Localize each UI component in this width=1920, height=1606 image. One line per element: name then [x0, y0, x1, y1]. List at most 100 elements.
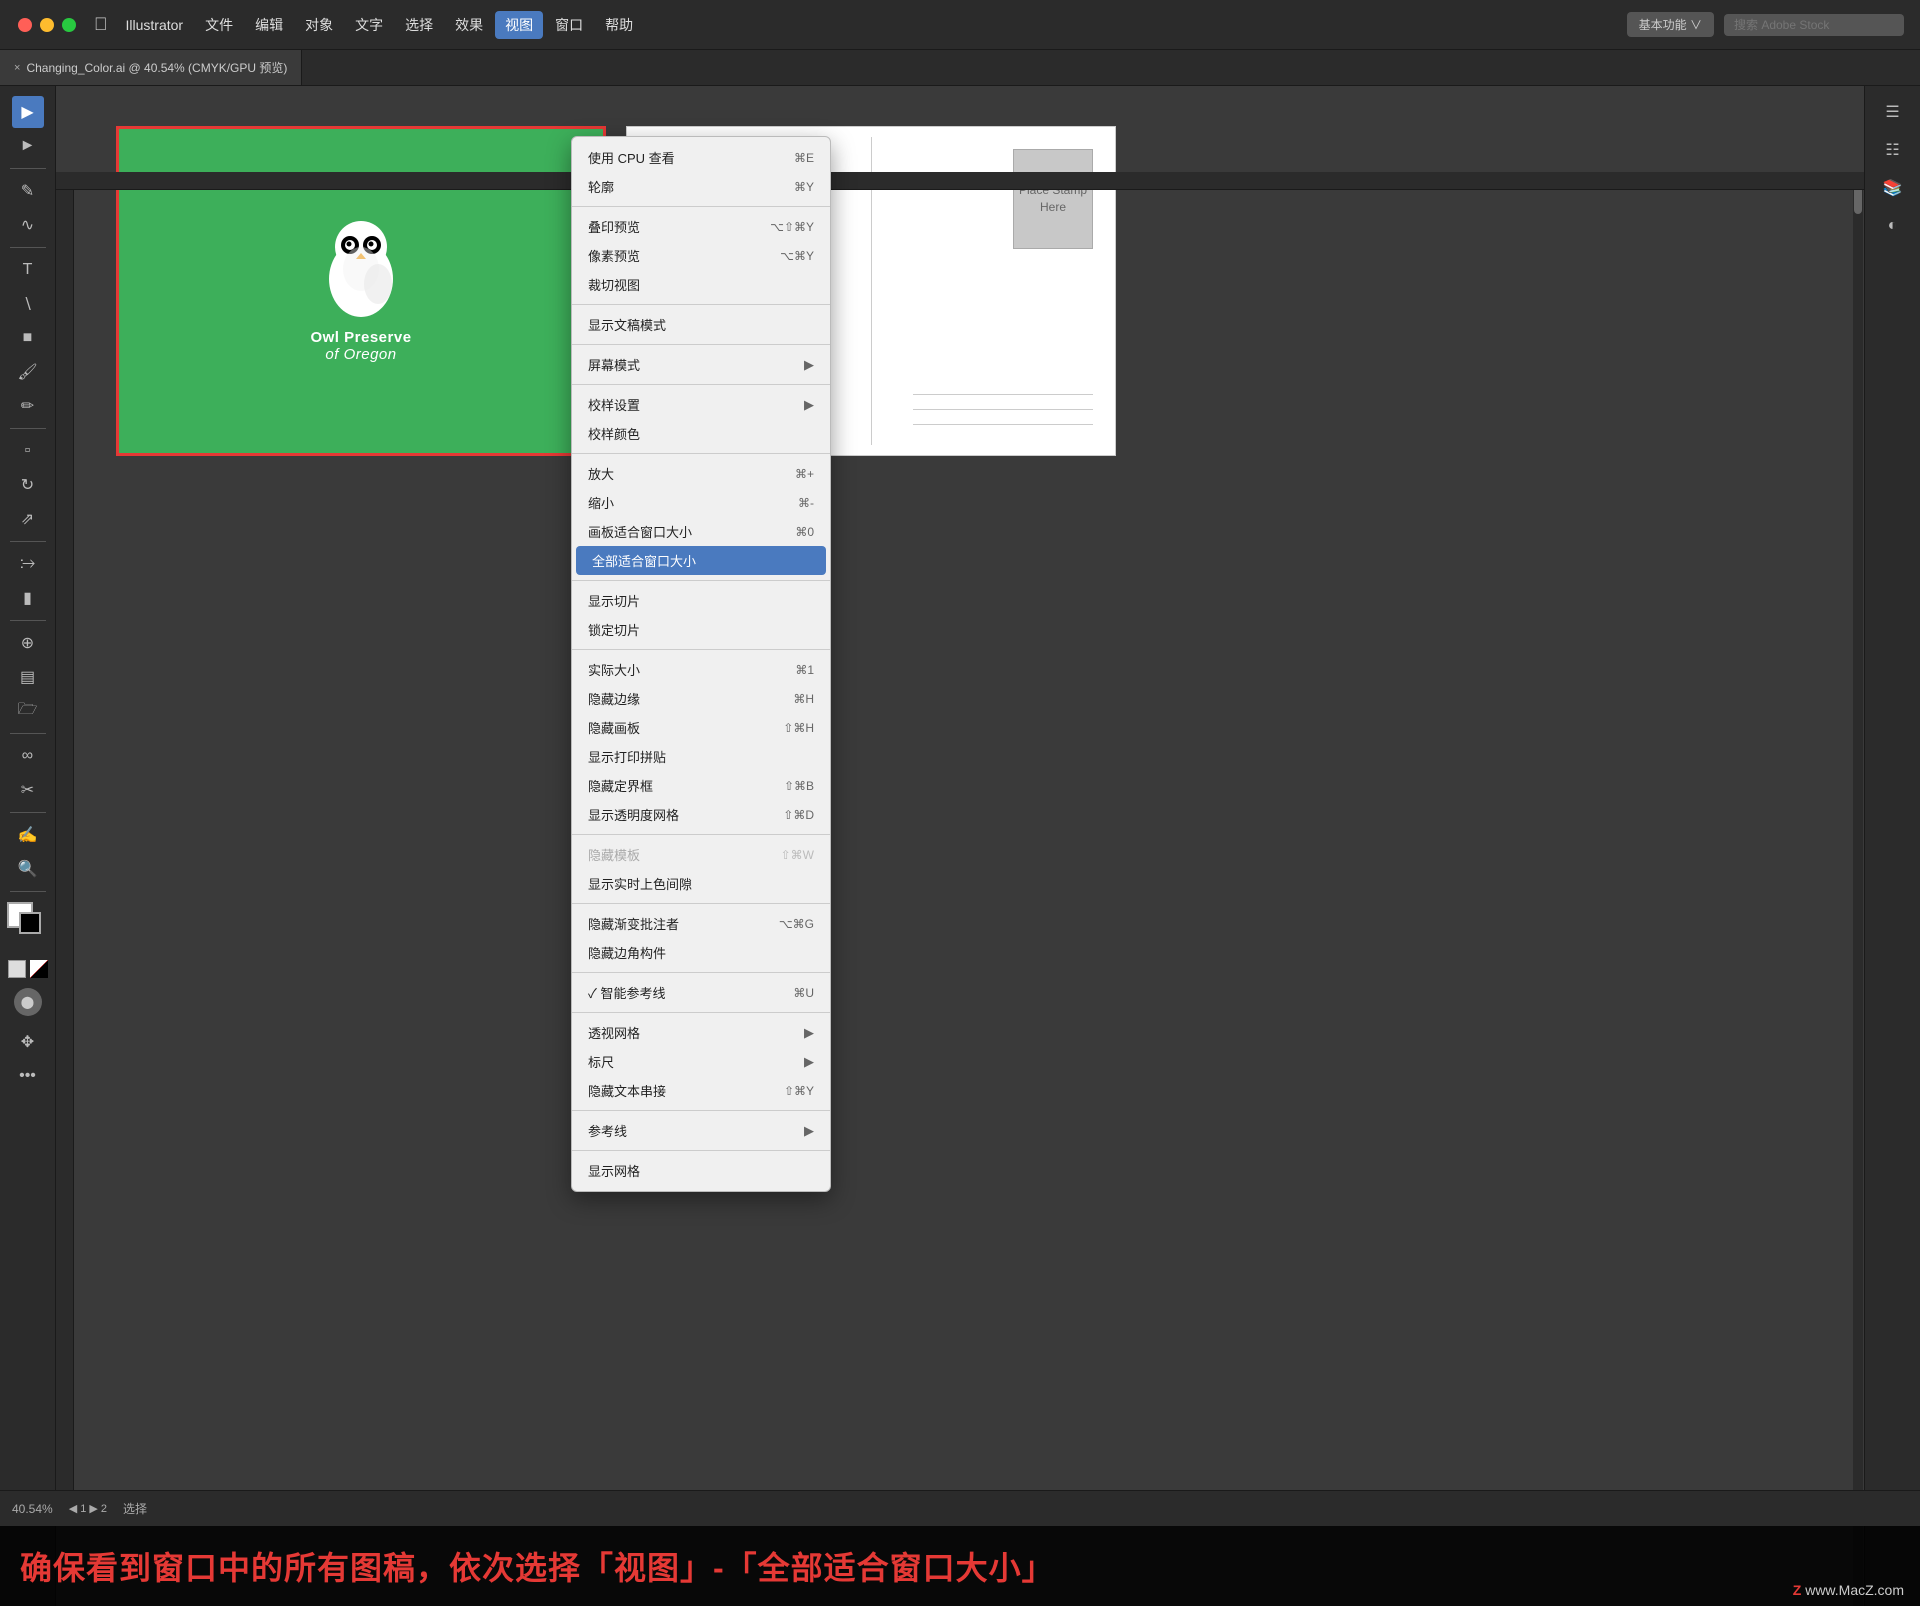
right-controls: 基本功能 ∨ [1627, 12, 1904, 37]
menu-select[interactable]: 选择 [395, 11, 443, 39]
type-tool[interactable]: T [12, 254, 44, 286]
fill-mode[interactable]: ⬤ [14, 988, 42, 1016]
mesh-tool[interactable]: ⊕ [12, 627, 44, 659]
titlebar:  Illustrator 文件 编辑 对象 文字 选择 效果 视图 窗口 帮助… [0, 0, 1920, 50]
menu-item-actual-size[interactable]: 实际大小 ⌘1 [572, 655, 830, 684]
right-panel: ☰ ☷ 📚 ◐ [1864, 86, 1920, 1606]
none-color[interactable] [8, 960, 26, 978]
menu-section-4: 屏幕模式 ▶ [572, 348, 830, 381]
menu-item-show-grid[interactable]: 显示网格 [572, 1156, 830, 1185]
pen-tool[interactable]: ✎ [12, 175, 44, 207]
rectangle-tool[interactable]: ■ [12, 322, 44, 354]
menu-item-zoom-in[interactable]: 放大 ⌘+ [572, 459, 830, 488]
menu-item-zoom-out[interactable]: 缩小 ⌘- [572, 488, 830, 517]
menu-item-show-transparency-grid[interactable]: 显示透明度网格 ⇧⌘D [572, 800, 830, 829]
menu-item-fit-all[interactable]: 全部适合窗口大小 [576, 546, 826, 575]
curvature-tool[interactable]: ∿ [12, 209, 44, 241]
menu-item-hide-gradient-annotator[interactable]: 隐藏渐变批注者 ⌥⌘G [572, 909, 830, 938]
blend-tool[interactable]: ∞ [12, 740, 44, 772]
menu-item-guides[interactable]: 参考线 ▶ [572, 1116, 830, 1145]
watermark-text: www.MacZ.com [1805, 1582, 1904, 1598]
eyedropper-tool[interactable]: 🗁 [12, 695, 44, 727]
menu-item-smart-guides[interactable]: ✓ 智能参考线 ⌘U [572, 978, 830, 1007]
eraser-tool[interactable]: ▫ [12, 435, 44, 467]
owl-preserve-text: Owl Preserve of Oregon [310, 329, 411, 363]
menu-file[interactable]: 文件 [195, 11, 243, 39]
menu-item-proof-colors[interactable]: 校样颜色 [572, 419, 830, 448]
workspace-button[interactable]: 基本功能 ∨ [1627, 12, 1714, 37]
stamp-area: Place Stamp Here [1013, 149, 1093, 249]
artboard-tool[interactable]: ✥ [12, 1026, 44, 1058]
horizontal-ruler [56, 172, 1864, 190]
menu-view[interactable]: 视图 [495, 11, 543, 39]
menu-item-pixel-preview[interactable]: 像素预览 ⌥⌘Y [572, 241, 830, 270]
tab-close-icon[interactable]: × [14, 62, 20, 74]
menu-text[interactable]: 文字 [345, 11, 393, 39]
properties-icon[interactable]: ☷ [1877, 134, 1909, 166]
pencil-tool[interactable]: ✏ [12, 390, 44, 422]
fullscreen-button[interactable] [62, 18, 76, 32]
menu-item-presentation-mode[interactable]: 显示文稿模式 [572, 310, 830, 339]
menu-object[interactable]: 对象 [295, 11, 343, 39]
color-wheel-icon[interactable]: ◐ [1877, 210, 1909, 242]
select-tool[interactable]: ▶ [12, 96, 44, 128]
address-lines [913, 394, 1093, 425]
menu-item-hide-bounding-box[interactable]: 隐藏定界框 ⇧⌘B [572, 771, 830, 800]
paint-brush-tool[interactable]: 🖌 [12, 356, 44, 388]
status-bar: 40.54% ◀ 1 ▶ 2 选择 [0, 1490, 1920, 1526]
menu-item-hide-artboards[interactable]: 隐藏画板 ⇧⌘H [572, 713, 830, 742]
menu-item-screen-mode[interactable]: 屏幕模式 ▶ [572, 350, 830, 379]
nav-arrows[interactable]: ◀ 1 ▶ 2 [69, 1502, 107, 1515]
menu-item-hide-template[interactable]: 隐藏模板 ⇧⌘W [572, 840, 830, 869]
stroke-color-box[interactable] [19, 912, 41, 934]
search-input[interactable] [1724, 14, 1904, 36]
menu-item-hide-text-threads[interactable]: 隐藏文本串接 ⇧⌘Y [572, 1076, 830, 1105]
menu-item-rulers[interactable]: 标尺 ▶ [572, 1047, 830, 1076]
tabbar: × Changing_Color.ai @ 40.54% (CMYK/GPU 预… [0, 50, 1920, 86]
menu-section-11: ✓ 智能参考线 ⌘U [572, 976, 830, 1009]
minimize-button[interactable] [40, 18, 54, 32]
menu-item-fit-artboard[interactable]: 画板适合窗口大小 ⌘0 [572, 517, 830, 546]
warp-tool[interactable]: ⧴ [12, 548, 44, 580]
more-tools[interactable]: ••• [12, 1060, 44, 1092]
menu-item-hide-edges[interactable]: 隐藏边缘 ⌘H [572, 684, 830, 713]
swap-colors[interactable] [30, 960, 48, 978]
menu-item-show-print-tiling[interactable]: 显示打印拼贴 [572, 742, 830, 771]
menu-item-outline[interactable]: 轮廓 ⌘Y [572, 172, 830, 201]
menu-illustrator[interactable]: Illustrator [116, 13, 194, 37]
gradient-tool[interactable]: ▤ [12, 661, 44, 693]
menu-item-show-slices[interactable]: 显示切片 [572, 586, 830, 615]
menu-item-cpu-view[interactable]: 使用 CPU 查看 ⌘E [572, 143, 830, 172]
menu-section-9: 隐藏模板 ⇧⌘W 显示实时上色间隙 [572, 838, 830, 900]
scale-tool[interactable]: ⇗ [12, 503, 44, 535]
line-tool[interactable]: ∖ [12, 288, 44, 320]
menu-section-3: 显示文稿模式 [572, 308, 830, 341]
traffic-lights [0, 18, 94, 32]
document-tab[interactable]: × Changing_Color.ai @ 40.54% (CMYK/GPU 预… [0, 50, 302, 85]
menu-item-crop-view[interactable]: 裁切视图 [572, 270, 830, 299]
addr-line-1 [913, 394, 1093, 395]
menu-item-perspective-grid[interactable]: 透视网格 ▶ [572, 1018, 830, 1047]
menu-help[interactable]: 帮助 [595, 11, 643, 39]
layers-icon[interactable]: ☰ [1877, 96, 1909, 128]
zoom-tool[interactable]: 🔍 [12, 853, 44, 885]
graph-tool[interactable]: ▮ [12, 582, 44, 614]
menu-edit[interactable]: 编辑 [245, 11, 293, 39]
menu-item-lock-slices[interactable]: 锁定切片 [572, 615, 830, 644]
menu-effect[interactable]: 效果 [445, 11, 493, 39]
menu-item-hide-corner-widget[interactable]: 隐藏边角构件 [572, 938, 830, 967]
left-toolbar: ▶ ► ✎ ∿ T ∖ ■ 🖌 ✏ ▫ ↻ ⇗ ⧴ ▮ ⊕ ▤ 🗁 ∞ ✂ ✍ … [0, 86, 56, 1606]
direct-select-tool[interactable]: ► [12, 130, 44, 162]
close-button[interactable] [18, 18, 32, 32]
canvas-area[interactable]: Owl Preserve of Oregon Place Stamp Here … [56, 86, 1864, 1606]
menu-item-overprint[interactable]: 叠印预览 ⌥⇧⌘Y [572, 212, 830, 241]
vertical-scrollbar[interactable] [1853, 172, 1863, 1606]
rotate-tool[interactable]: ↻ [12, 469, 44, 501]
libraries-icon[interactable]: 📚 [1877, 172, 1909, 204]
menu-item-show-live-paint-gaps[interactable]: 显示实时上色间隙 [572, 869, 830, 898]
watermark: Z www.MacZ.com [1793, 1582, 1904, 1598]
scissor-tool[interactable]: ✂ [12, 774, 44, 806]
menu-item-proof-setup[interactable]: 校样设置 ▶ [572, 390, 830, 419]
menu-window[interactable]: 窗口 [545, 11, 593, 39]
hand-tool[interactable]: ✍ [12, 819, 44, 851]
